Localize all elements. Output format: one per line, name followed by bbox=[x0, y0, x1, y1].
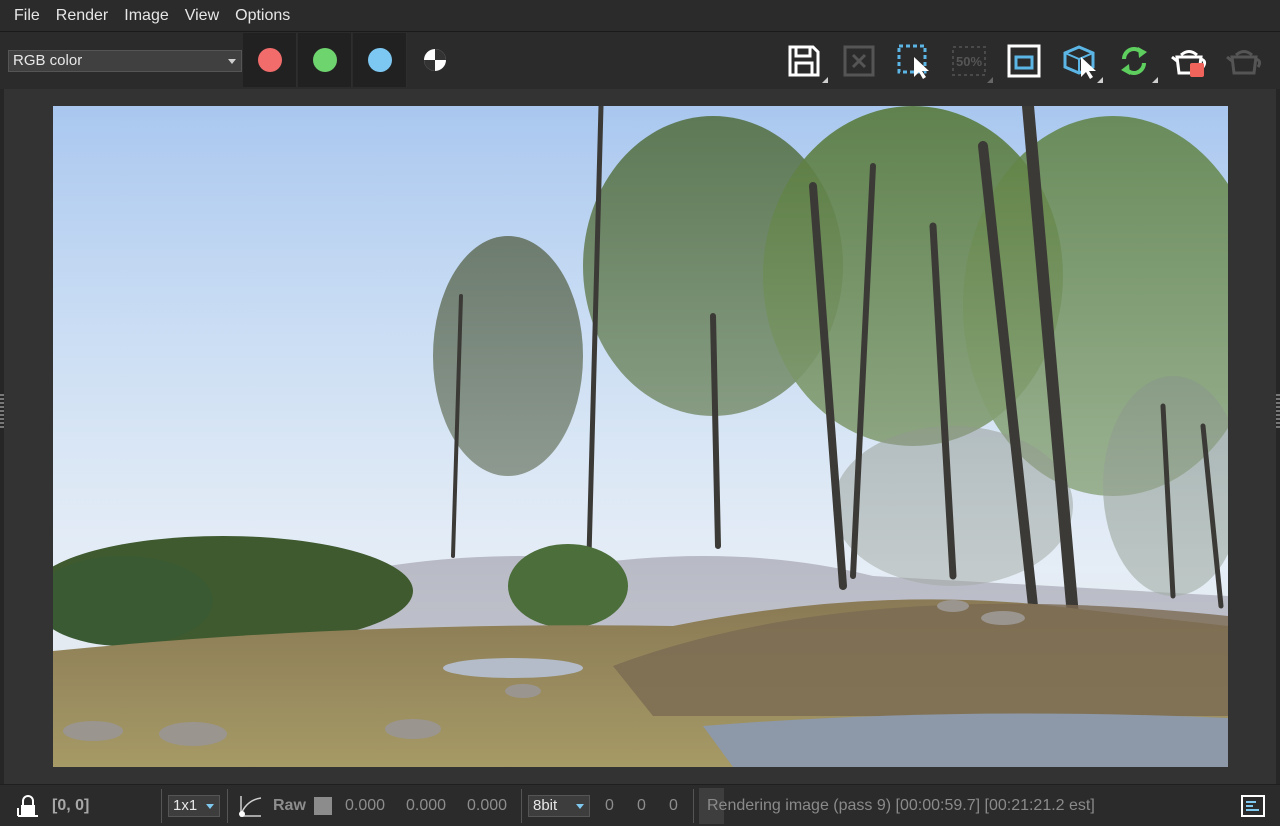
grip-icon bbox=[0, 394, 4, 430]
blue-dot-icon bbox=[368, 48, 392, 72]
chevron-down-icon bbox=[576, 804, 584, 809]
channel-select-value: RGB color bbox=[13, 52, 83, 69]
red-dot-icon bbox=[258, 48, 282, 72]
right-splitter[interactable] bbox=[1276, 89, 1280, 784]
menu-view[interactable]: View bbox=[177, 0, 227, 32]
int-value-r: 0 bbox=[605, 797, 614, 814]
select-object-button[interactable] bbox=[1055, 37, 1103, 83]
green-dot-icon bbox=[313, 48, 337, 72]
status-bar: [0, 0] 1x1 Raw 0.000 0.000 0.000 8bit 0 … bbox=[0, 784, 1280, 826]
pixel-coords: [0, 0] bbox=[52, 797, 90, 814]
raw-label[interactable]: Raw bbox=[273, 785, 306, 826]
forest-scene-image bbox=[53, 106, 1228, 767]
alpha-icon bbox=[424, 49, 446, 71]
divider bbox=[521, 789, 522, 823]
menu-options[interactable]: Options bbox=[227, 0, 298, 32]
render-status-text: Rendering image (pass 9) [00:00:59.7] [0… bbox=[707, 797, 1095, 814]
corner-triangle-icon bbox=[987, 77, 993, 83]
refresh-icon bbox=[1121, 47, 1147, 75]
pixel-color-swatch bbox=[314, 797, 332, 815]
sample-size-value: 1x1 bbox=[173, 797, 198, 814]
color-curve-icon[interactable] bbox=[237, 794, 263, 818]
stop-render-button[interactable] bbox=[1165, 37, 1213, 83]
bit-depth-value: 8bit bbox=[533, 797, 558, 814]
divider bbox=[161, 789, 162, 823]
alpha-channel-button[interactable] bbox=[408, 33, 462, 87]
teapot-stop-icon bbox=[1171, 50, 1207, 77]
half-resolution-icon: 50% bbox=[952, 46, 986, 76]
menu-bar: File Render Image View Options bbox=[0, 0, 1280, 32]
menu-render[interactable]: Render bbox=[48, 0, 116, 32]
channel-select[interactable]: RGB color bbox=[8, 50, 242, 72]
int-value-b: 0 bbox=[669, 797, 678, 814]
clear-image-button[interactable] bbox=[835, 37, 883, 83]
render-button[interactable] bbox=[1220, 37, 1268, 83]
region-select-icon bbox=[897, 44, 929, 79]
red-channel-button[interactable] bbox=[243, 33, 297, 87]
corner-triangle-icon bbox=[822, 77, 828, 83]
sample-size-select[interactable]: 1x1 bbox=[168, 795, 220, 817]
bit-depth-select[interactable]: 8bit bbox=[528, 795, 590, 817]
float-value-r: 0.000 bbox=[345, 797, 386, 814]
chevron-down-icon bbox=[206, 804, 214, 809]
menu-image[interactable]: Image bbox=[116, 0, 176, 32]
corner-triangle-icon bbox=[1097, 77, 1103, 83]
save-icon bbox=[788, 45, 820, 77]
menu-file[interactable]: File bbox=[6, 0, 48, 32]
corner-triangle-icon bbox=[1152, 77, 1158, 83]
clear-icon bbox=[843, 45, 875, 77]
half-resolution-label: 50% bbox=[956, 54, 982, 69]
float-value-b: 0.000 bbox=[467, 797, 508, 814]
half-resolution-button[interactable]: 50% bbox=[945, 37, 993, 83]
save-image-button[interactable] bbox=[780, 37, 828, 83]
rendered-image[interactable] bbox=[53, 106, 1228, 767]
safe-frame-icon bbox=[1007, 44, 1041, 78]
log-panel-icon[interactable] bbox=[1240, 794, 1266, 818]
chevron-down-icon bbox=[228, 59, 236, 64]
region-render-button[interactable] bbox=[890, 37, 938, 83]
refresh-render-button[interactable] bbox=[1110, 37, 1158, 83]
toolbar: RGB color 50% bbox=[0, 33, 1280, 89]
lock-pixel-icon[interactable] bbox=[16, 794, 40, 818]
int-value-g: 0 bbox=[637, 797, 646, 814]
safe-frame-button[interactable] bbox=[1000, 37, 1048, 83]
green-channel-button[interactable] bbox=[298, 33, 352, 87]
object-select-icon bbox=[1063, 45, 1096, 79]
divider bbox=[227, 789, 228, 823]
teapot-icon bbox=[1226, 50, 1262, 75]
left-splitter[interactable] bbox=[0, 89, 4, 784]
blue-channel-button[interactable] bbox=[353, 33, 407, 87]
grip-icon bbox=[1276, 394, 1280, 430]
divider bbox=[693, 789, 694, 823]
float-value-g: 0.000 bbox=[406, 797, 447, 814]
render-viewport[interactable] bbox=[0, 89, 1280, 784]
